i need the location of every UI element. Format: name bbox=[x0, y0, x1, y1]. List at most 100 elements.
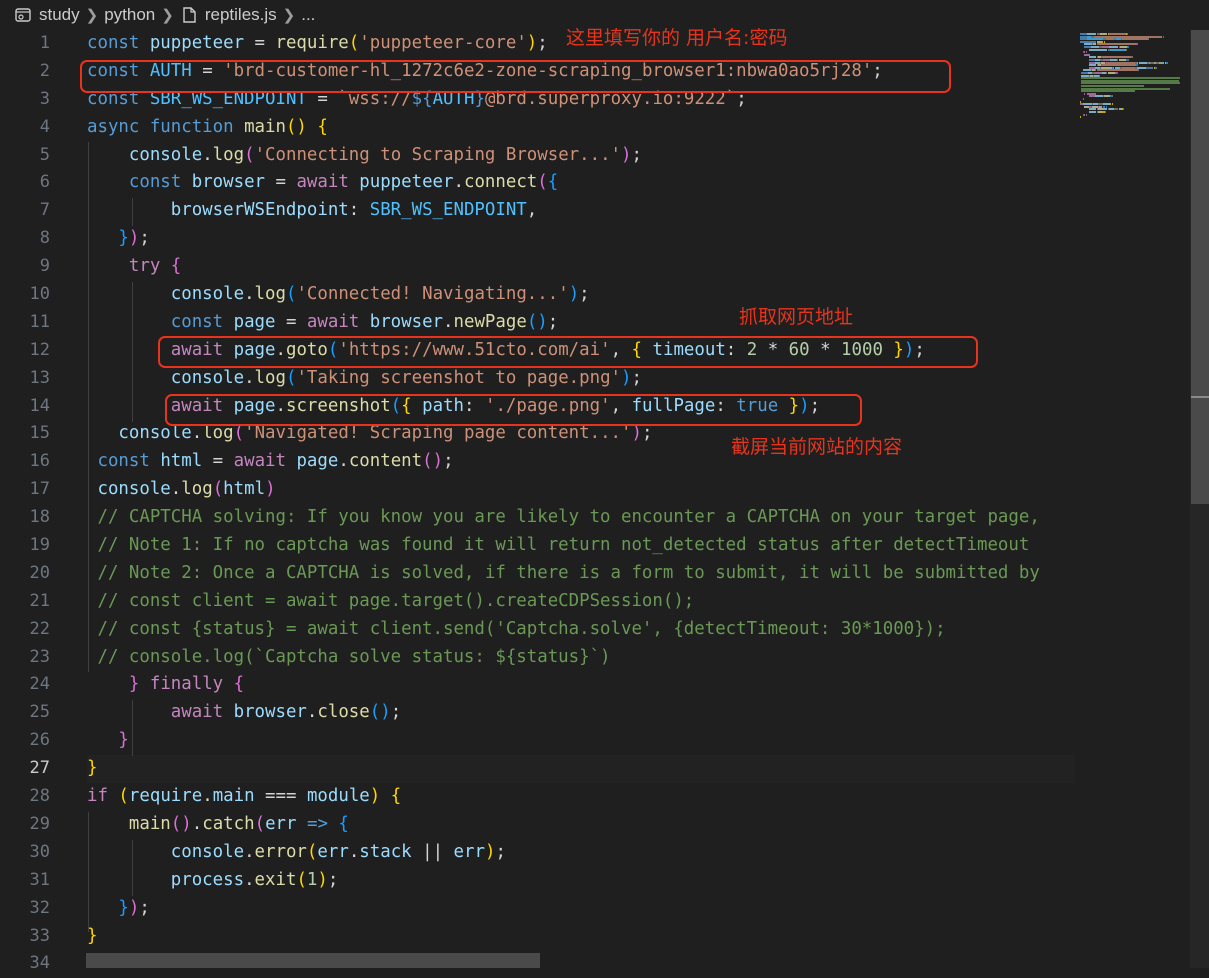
line-number[interactable]: 10 bbox=[0, 281, 60, 309]
code-line[interactable]: } finally { bbox=[87, 671, 1075, 699]
line-number[interactable]: 31 bbox=[0, 867, 60, 895]
code-token: await bbox=[233, 451, 297, 472]
code-line[interactable]: const html = await page.content(); bbox=[87, 448, 1075, 476]
line-number[interactable]: 29 bbox=[0, 811, 60, 839]
code-line[interactable]: console.log('Connected! Navigating...'); bbox=[87, 281, 1075, 309]
breadcrumb-item-python[interactable]: python bbox=[104, 5, 155, 25]
code-line[interactable]: } bbox=[87, 755, 1075, 784]
code-line[interactable]: }); bbox=[87, 895, 1075, 923]
code-line[interactable]: async function main() { bbox=[87, 114, 1075, 142]
file-icon bbox=[180, 6, 198, 24]
line-number[interactable]: 12 bbox=[0, 337, 60, 365]
line-number[interactable]: 33 bbox=[0, 923, 60, 951]
line-number[interactable]: 7 bbox=[0, 197, 60, 225]
minimap-mark bbox=[1148, 66, 1153, 69]
minimap-mark bbox=[1083, 98, 1085, 100]
line-number[interactable]: 16 bbox=[0, 448, 60, 476]
code-token: 'Taking screenshot to page.png' bbox=[296, 367, 622, 388]
code-line[interactable]: console.log('Connecting to Scraping Brow… bbox=[87, 142, 1075, 170]
code-token: ) bbox=[128, 228, 140, 249]
line-number[interactable]: 2 bbox=[0, 58, 60, 86]
line-number[interactable]: 32 bbox=[0, 895, 60, 923]
code-token: browserWSEndpoint bbox=[170, 200, 349, 221]
line-number[interactable]: 25 bbox=[0, 699, 60, 727]
line-number[interactable]: 14 bbox=[0, 393, 60, 421]
line-number[interactable]: 27 bbox=[0, 755, 60, 783]
code-line[interactable]: browserWSEndpoint: SBR_WS_ENDPOINT, bbox=[87, 197, 1075, 225]
line-number[interactable]: 1 bbox=[0, 30, 60, 58]
code-token: ; bbox=[631, 144, 642, 165]
code-token: } bbox=[87, 758, 98, 779]
code-line[interactable]: // Note 1: If no captcha was found it wi… bbox=[87, 532, 1075, 560]
indent-guide bbox=[132, 198, 133, 226]
code-token: if bbox=[87, 786, 119, 807]
code-line[interactable]: // const {status} = await client.send('C… bbox=[87, 616, 1075, 644]
code-line[interactable]: console.log(html) bbox=[87, 476, 1075, 504]
folder-settings-icon[interactable] bbox=[14, 6, 32, 24]
code-line[interactable]: }); bbox=[87, 225, 1075, 253]
code-line[interactable]: // const client = await page.target().cr… bbox=[87, 588, 1075, 616]
line-number[interactable]: 30 bbox=[0, 839, 60, 867]
code-token: () bbox=[526, 311, 548, 332]
minimap[interactable] bbox=[1075, 30, 1190, 978]
line-number[interactable]: 21 bbox=[0, 588, 60, 616]
line-number[interactable]: 8 bbox=[0, 225, 60, 253]
line-number[interactable]: 15 bbox=[0, 420, 60, 448]
line-number[interactable]: 3 bbox=[0, 86, 60, 114]
code-token: () bbox=[369, 702, 391, 723]
code-line[interactable]: // console.log(`Captcha solve status: ${… bbox=[87, 644, 1075, 672]
line-number[interactable]: 19 bbox=[0, 532, 60, 560]
line-number-gutter[interactable]: 1 2 3 4 5 6 7 8 9 10 11 12 13 14 15 16 17 18 19 20 21 22 23 24 2… bbox=[0, 30, 60, 978]
line-number[interactable]: 26 bbox=[0, 727, 60, 755]
line-number[interactable]: 17 bbox=[0, 476, 60, 504]
code-token: 1 bbox=[306, 869, 318, 890]
line-number[interactable]: 6 bbox=[0, 169, 60, 197]
vertical-scrollbar-thumb[interactable] bbox=[1191, 30, 1209, 504]
code-line[interactable]: console.log('Taking screenshot to page.p… bbox=[87, 365, 1075, 393]
line-number[interactable]: 20 bbox=[0, 560, 60, 588]
code-line[interactable]: await browser.close(); bbox=[87, 699, 1075, 727]
line-number[interactable]: 13 bbox=[0, 365, 60, 393]
breadcrumb-item-study[interactable]: study bbox=[39, 5, 80, 25]
code-line[interactable]: } bbox=[87, 923, 1075, 951]
code-token: ) bbox=[631, 423, 642, 444]
code-line[interactable]: // Note 2: Once a CAPTCHA is solved, if … bbox=[87, 560, 1075, 588]
code-token: browser bbox=[191, 172, 266, 193]
code-token: main bbox=[212, 786, 255, 807]
line-number[interactable]: 9 bbox=[0, 253, 60, 281]
code-area[interactable]: const puppeteer = require('puppeteer-cor… bbox=[87, 30, 1075, 978]
code-token: ) bbox=[265, 479, 276, 500]
line-number[interactable]: 23 bbox=[0, 644, 60, 672]
code-token: . bbox=[244, 284, 255, 305]
code-line[interactable]: main().catch(err => { bbox=[87, 811, 1075, 839]
line-number[interactable]: 5 bbox=[0, 142, 60, 170]
code-token: . bbox=[170, 479, 182, 500]
code-line[interactable]: process.exit(1); bbox=[87, 867, 1075, 895]
breadcrumb-item-symbols[interactable]: ... bbox=[301, 5, 315, 25]
code-token: . bbox=[348, 841, 360, 862]
code-editor[interactable]: 1 2 3 4 5 6 7 8 9 10 11 12 13 14 15 16 17 18 19 20 21 22 23 24 2… bbox=[0, 30, 1075, 978]
code-line[interactable]: if (require.main === module) { bbox=[87, 783, 1075, 811]
code-token: connect bbox=[463, 172, 538, 193]
code-line[interactable]: const browser = await puppeteer.connect(… bbox=[87, 169, 1075, 197]
horizontal-scrollbar-thumb[interactable] bbox=[86, 953, 540, 968]
code-token: const bbox=[128, 172, 192, 193]
line-number[interactable]: 4 bbox=[0, 114, 60, 142]
code-line[interactable]: const page = await browser.newPage(); bbox=[87, 309, 1075, 337]
code-token: ; bbox=[579, 284, 590, 305]
code-token: console bbox=[170, 841, 245, 862]
breadcrumb-item-file[interactable]: reptiles.js bbox=[205, 5, 277, 25]
code-token: ( bbox=[296, 869, 307, 890]
line-number[interactable]: 28 bbox=[0, 783, 60, 811]
line-number[interactable]: 11 bbox=[0, 309, 60, 337]
line-number[interactable]: 24 bbox=[0, 671, 60, 699]
minimap-mark bbox=[1084, 92, 1086, 95]
code-line[interactable]: try { bbox=[87, 253, 1075, 281]
code-line[interactable]: } bbox=[87, 727, 1075, 755]
code-token: { bbox=[547, 172, 559, 193]
code-line[interactable]: console.error(err.stack || err); bbox=[87, 839, 1075, 867]
code-line[interactable]: // CAPTCHA solving: If you know you are … bbox=[87, 504, 1075, 532]
line-number[interactable]: 18 bbox=[0, 504, 60, 532]
line-number[interactable]: 22 bbox=[0, 616, 60, 644]
